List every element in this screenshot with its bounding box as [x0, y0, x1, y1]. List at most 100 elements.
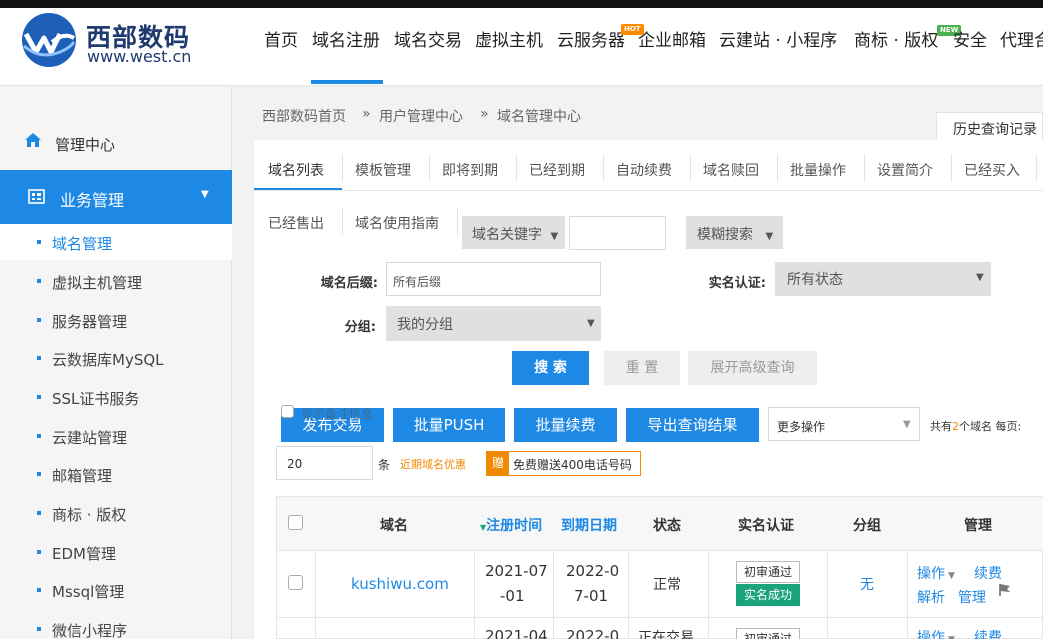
reset-button[interactable]: 重 置 — [604, 351, 680, 385]
col-expire[interactable]: 到期日期 — [561, 515, 617, 535]
breadcrumb-user-center[interactable]: 用户管理中心 — [379, 106, 463, 126]
breadcrumb-home[interactable]: 西部数码首页 — [262, 106, 346, 126]
row-divider — [276, 617, 1043, 618]
sidebar-item-vhost[interactable]: 虚拟主机管理 — [0, 263, 232, 299]
nav-security[interactable]: 安全 — [953, 26, 987, 51]
reg-date: 2021-07 — [485, 562, 548, 580]
nav-home[interactable]: 首页 — [264, 26, 298, 51]
more-ops-select[interactable]: 更多操作 ▼ — [768, 407, 920, 441]
caret-down-icon: ▼ — [201, 189, 209, 200]
nav-trademark[interactable]: 商标 · 版权 — [854, 26, 938, 51]
col-divider — [474, 550, 475, 639]
export-results-button[interactable]: 导出查询结果 — [626, 408, 759, 442]
suffix-input[interactable]: 所有后缀 — [386, 262, 601, 296]
row-divider — [276, 550, 1043, 551]
gift-tag: 赠 — [487, 452, 509, 475]
sidebar-item-edm[interactable]: EDM管理 — [0, 534, 232, 570]
match-mode-select[interactable]: 模糊搜索 ▼ — [686, 216, 783, 249]
grid-icon — [28, 189, 45, 208]
group-label: 分组: — [344, 320, 376, 335]
col-reg-time[interactable]: ▼注册时间 — [480, 515, 542, 535]
row-checkbox[interactable] — [288, 575, 303, 590]
operate-menu[interactable]: 操作▼ — [917, 627, 955, 639]
col-realname: 实名认证 — [738, 518, 794, 534]
tab-divider — [777, 154, 778, 182]
tab-sold[interactable]: 已经售出 — [268, 213, 324, 233]
tab-divider — [516, 154, 517, 182]
nav-site-builder[interactable]: 云建站 · 小程序 — [719, 26, 837, 51]
sidebar-item-business[interactable]: 业务管理 ▼ — [0, 170, 232, 224]
tab-divider — [690, 154, 691, 182]
group-link[interactable]: 无 — [860, 574, 874, 594]
sidebar-item-ssl[interactable]: SSL证书服务 — [0, 379, 232, 415]
top-strip — [0, 0, 1043, 8]
expire-date: 2022-0 — [566, 627, 620, 639]
nav-agent[interactable]: 代理合 — [1000, 26, 1043, 51]
history-query-button[interactable]: 历史查询记录 — [936, 112, 1043, 142]
west-logo-icon[interactable] — [20, 12, 78, 68]
col-divider — [315, 550, 316, 639]
realname-success-badge: 实名成功 — [736, 584, 800, 606]
renew-link[interactable]: 续费 — [974, 563, 1002, 583]
per-page-input[interactable]: 20 — [276, 446, 373, 480]
manage-link[interactable]: 管理 — [958, 587, 986, 607]
batch-renew-button[interactable]: 批量续费 — [514, 408, 617, 442]
col-divider — [553, 550, 554, 639]
tab-settings-intro[interactable]: 设置简介 — [877, 160, 933, 180]
operate-menu[interactable]: 操作▼ — [917, 563, 955, 583]
sidebar-item-mail[interactable]: 邮箱管理 — [0, 456, 232, 492]
group-select[interactable]: 我的分组 ▼ — [386, 306, 601, 341]
tab-expiring[interactable]: 即将到期 — [442, 160, 498, 180]
brand-url[interactable]: www.west.cn — [87, 47, 191, 66]
tab-divider — [342, 207, 343, 235]
sidebar-item-home[interactable]: 管理中心 — [0, 110, 232, 166]
tab-bought[interactable]: 已经买入 — [964, 160, 1020, 180]
tab-expired[interactable]: 已经到期 — [529, 160, 585, 180]
flag-icon[interactable] — [998, 583, 1011, 601]
domain-promo-link[interactable]: 近期域名优惠 — [400, 456, 466, 472]
renew-link[interactable]: 续费 — [974, 627, 1002, 639]
domain-link[interactable]: kushiwu.com — [351, 575, 449, 593]
keyword-input[interactable] — [569, 216, 666, 250]
sidebar-item-mysql[interactable]: 云数据库MySQL — [0, 340, 232, 376]
expire-date: 2022-0 — [566, 562, 620, 580]
sidebar-item-miniapp[interactable]: 微信小程序 — [0, 611, 232, 639]
sidebar-item-sitebuilder[interactable]: 云建站管理 — [0, 418, 232, 454]
tab-divider — [864, 154, 865, 182]
tab-usage-guide[interactable]: 域名使用指南 — [355, 213, 439, 233]
nav-virtual-host[interactable]: 虚拟主机 — [475, 26, 543, 51]
sidebar-item-domain[interactable]: 域名管理 — [0, 224, 232, 260]
tab-auto-renew[interactable]: 自动续费 — [616, 160, 672, 180]
sidebar-item-trademark[interactable]: 商标 · 版权 — [0, 495, 232, 531]
tab-template[interactable]: 模板管理 — [355, 160, 411, 180]
nav-cloud-server[interactable]: 云服务器 — [557, 26, 625, 51]
show-remark-checkbox[interactable] — [281, 405, 296, 420]
caret-down-icon: ▼ — [903, 419, 911, 430]
gift-banner[interactable]: 赠 免费赠送400电话号码 — [486, 451, 641, 476]
tab-batch[interactable]: 批量操作 — [790, 160, 846, 180]
tab-divider — [342, 154, 343, 182]
search-button[interactable]: 搜 索 — [512, 351, 589, 385]
advanced-search-button[interactable]: 展开高级查询 — [688, 351, 817, 385]
select-all-checkbox[interactable] — [288, 515, 303, 530]
tab-redeem[interactable]: 域名赎回 — [703, 160, 759, 180]
total-count-text: 共有2个域名 每页: — [930, 420, 1022, 433]
tab-divider — [429, 154, 430, 182]
caret-down-icon: ▼ — [765, 231, 774, 242]
batch-push-button[interactable]: 批量PUSH — [393, 408, 505, 442]
keyword-type-select[interactable]: 域名关键字 ▼ — [462, 216, 565, 249]
dns-link[interactable]: 解析 — [917, 587, 945, 607]
col-manage: 管理 — [964, 518, 992, 534]
sidebar-item-mssql[interactable]: Mssql管理 — [0, 572, 232, 608]
nav-domain-trade[interactable]: 域名交易 — [394, 26, 462, 51]
expire-date-cont: 7-01 — [574, 587, 609, 605]
tab-domain-list[interactable]: 域名列表 — [268, 160, 324, 180]
realname-select[interactable]: 所有状态 ▼ — [775, 262, 991, 296]
nav-domain-register[interactable]: 域名注册 — [312, 26, 380, 51]
per-page-unit: 条 — [378, 458, 391, 472]
tab-divider — [951, 154, 952, 182]
nav-enterprise-email[interactable]: 企业邮箱 — [638, 26, 706, 51]
col-status: 状态 — [653, 518, 681, 534]
caret-down-icon: ▼ — [976, 272, 984, 283]
sidebar-item-server[interactable]: 服务器管理 — [0, 302, 232, 338]
